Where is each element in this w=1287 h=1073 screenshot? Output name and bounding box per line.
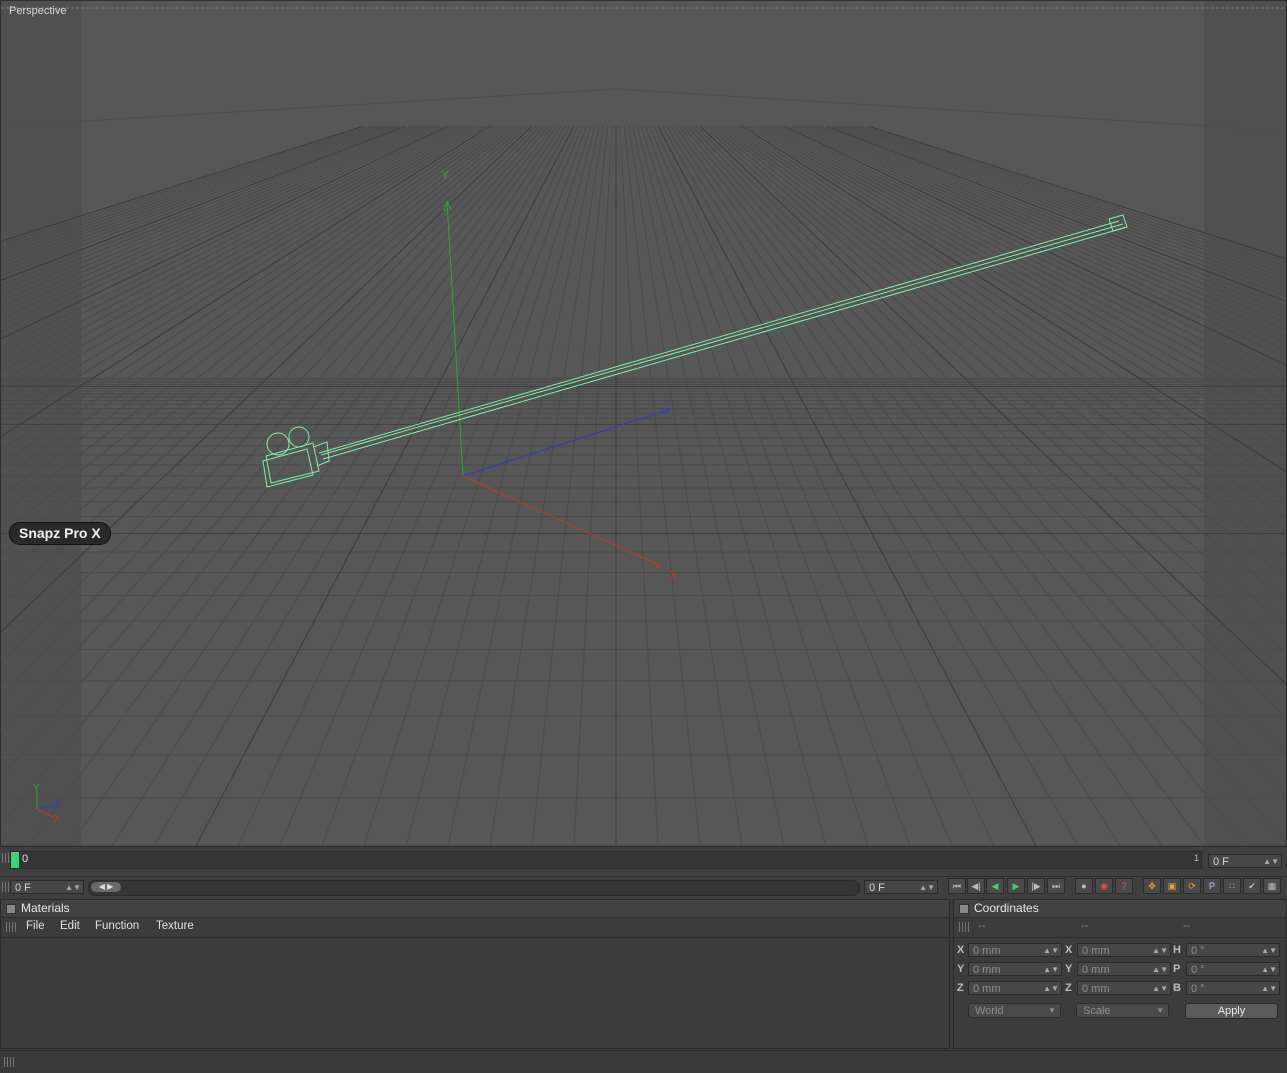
rot-h-field[interactable]: 0 ° ▲▼ <box>1186 943 1280 957</box>
current-frame-field[interactable]: 0 F ▲▼ <box>864 880 938 894</box>
menu-file[interactable]: File <box>26 920 45 932</box>
materials-panel: Materials <box>0 899 950 1049</box>
status-grip-icon[interactable] <box>4 1057 14 1067</box>
size-header: -- <box>1081 920 1089 932</box>
x-axis-label: X <box>669 568 677 582</box>
materials-title: Materials <box>21 901 70 915</box>
scene-canvas[interactable]: Y X Y Z X <box>1 1 1286 846</box>
viewport-title[interactable]: Perspective <box>9 5 66 17</box>
param-key-icon[interactable]: P <box>1203 878 1221 894</box>
pos-x-field[interactable]: 0 mm ▲▼ <box>968 943 1062 957</box>
rot-h-label: H <box>1173 944 1181 956</box>
interp-key-icon[interactable]: ✔ <box>1243 878 1261 894</box>
autokey-icon[interactable]: ◉ <box>1095 878 1113 894</box>
pos-y-label: Y <box>957 963 965 975</box>
first-frame-icon[interactable]: ⏮ <box>948 878 966 894</box>
size-z-field[interactable]: 0 mm ▲▼ <box>1077 981 1171 995</box>
position-header: -- <box>978 920 986 932</box>
snapz-badge: Snapz Pro X <box>9 522 111 545</box>
materials-header <box>1 900 949 918</box>
next-key-icon[interactable]: |▶ <box>1027 878 1045 894</box>
rotate-key-icon[interactable]: ⟳ <box>1183 878 1201 894</box>
rotation-header: -- <box>1183 920 1191 932</box>
key-help-icon[interactable]: ? <box>1115 878 1133 894</box>
size-x-label: X <box>1065 944 1073 956</box>
menu-function[interactable]: Function <box>95 920 139 932</box>
svg-text:Z: Z <box>54 800 60 811</box>
point-key-icon[interactable]: ∷ <box>1223 878 1241 894</box>
status-bar <box>0 1050 1287 1073</box>
svg-text:Y: Y <box>33 783 40 794</box>
y-axis-label: Y <box>441 168 449 182</box>
coordinates-grip-icon[interactable] <box>959 922 969 932</box>
timeline-end-marker: 1 <box>1193 853 1199 863</box>
rot-b-field[interactable]: 0 ° ▲▼ <box>1186 981 1280 995</box>
size-mode-dropdown[interactable]: Scale ▼ <box>1076 1003 1169 1018</box>
coordinates-title: Coordinates <box>974 901 1039 915</box>
play-forward-icon[interactable]: ▶ <box>1007 878 1025 894</box>
perspective-viewport[interactable]: Y X Y Z X Perspective Snapz Pro X <box>0 0 1287 847</box>
rot-p-label: P <box>1173 963 1181 975</box>
apply-button[interactable]: Apply <box>1185 1003 1278 1019</box>
play-backward-icon[interactable]: ◀ <box>986 878 1004 894</box>
coordinate-space-dropdown[interactable]: World ▼ <box>968 1003 1061 1018</box>
rot-b-label: B <box>1173 982 1181 994</box>
materials-menu-grip-icon[interactable] <box>6 922 16 932</box>
last-frame-icon[interactable]: ⏭ <box>1047 878 1065 894</box>
scale-key-icon[interactable]: ▣ <box>1163 878 1181 894</box>
size-y-label: Y <box>1065 963 1073 975</box>
pos-z-field[interactable]: 0 mm ▲▼ <box>968 981 1062 995</box>
record-keys-icon[interactable]: ● <box>1075 878 1093 894</box>
transport-bar: 0 F ▲▼ ◀ ▶ 0 F ▲▼ <box>0 876 1287 899</box>
timeline-end-field[interactable]: 0 F ▲▼ <box>1208 854 1282 868</box>
start-frame-field[interactable]: 0 F ▲▼ <box>10 880 84 894</box>
menu-texture[interactable]: Texture <box>156 920 194 932</box>
timeline-start-marker: 0 <box>22 853 29 865</box>
pos-z-label: Z <box>957 982 964 994</box>
playhead[interactable] <box>11 852 19 868</box>
rot-p-field[interactable]: 0 ° ▲▼ <box>1186 962 1280 976</box>
svg-text:X: X <box>54 814 61 825</box>
range-handle-icon[interactable]: ◀ ▶ <box>91 882 121 892</box>
size-z-label: Z <box>1065 982 1072 994</box>
pos-y-field[interactable]: 0 mm ▲▼ <box>968 962 1062 976</box>
pla-key-icon[interactable]: ▦ <box>1263 878 1281 894</box>
panel-toggle-icon[interactable] <box>959 904 969 914</box>
prev-key-icon[interactable]: ◀| <box>967 878 985 894</box>
menu-edit[interactable]: Edit <box>60 920 80 932</box>
size-y-field[interactable]: 0 mm ▲▼ <box>1077 962 1171 976</box>
preview-range-slider[interactable]: ◀ ▶ <box>88 880 860 896</box>
size-x-field[interactable]: 0 mm ▲▼ <box>1077 943 1171 957</box>
timeline-ruler[interactable]: 0 1 <box>10 851 1202 869</box>
panel-toggle-icon[interactable] <box>6 904 16 914</box>
move-key-icon[interactable]: ✥ <box>1143 878 1161 894</box>
pos-x-label: X <box>957 944 965 956</box>
timeline-bar: 0 1 0 F ▲▼ <box>0 846 1287 877</box>
